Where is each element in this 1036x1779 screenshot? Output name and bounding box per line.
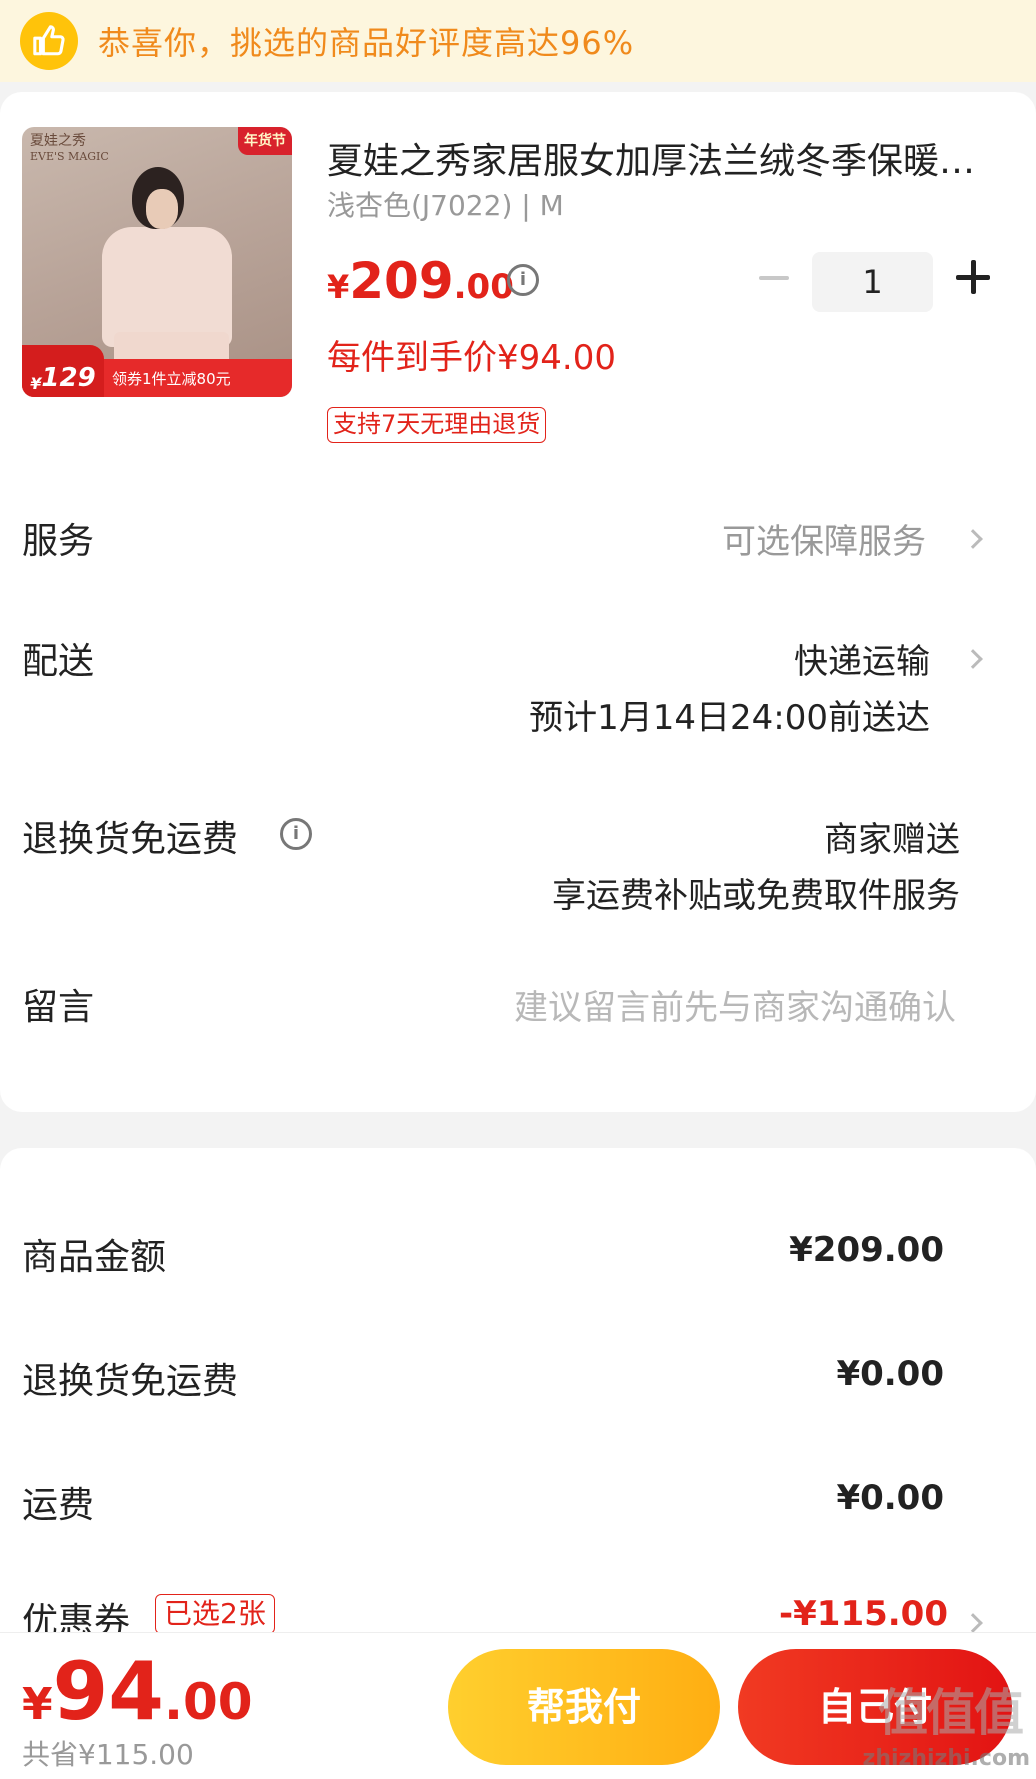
chevron-right-icon[interactable]: [963, 529, 983, 549]
delivery-label: 配送: [22, 641, 95, 682]
return-policy-tag: 支持7天无理由退货: [327, 407, 547, 443]
return-fee-value: ¥0.00: [836, 1354, 944, 1394]
promo-text: 领券1件立减80元: [112, 369, 231, 388]
return-shipping-sub: 享运费补贴或免费取件服务: [552, 876, 960, 916]
model-figure-body: [102, 227, 232, 347]
praise-banner: 恭喜你，挑选的商品好评度高达96%: [0, 0, 1036, 82]
return-shipping-value: 商家赠送: [824, 820, 960, 860]
price-info-icon[interactable]: i: [507, 264, 539, 296]
product-image[interactable]: 夏娃之秀 EVE'S MAGIC 年货节 ¥129 领券1件立减80元: [22, 127, 292, 397]
service-label: 服务: [22, 521, 95, 562]
chevron-right-icon[interactable]: [963, 649, 983, 669]
order-confirm-page: 恭喜你，挑选的商品好评度高达96% 夏娃之秀 EVE'S MAGIC 年货节 ¥…: [0, 0, 1036, 1779]
model-figure-face: [146, 189, 178, 229]
saved-amount: 共省¥115.00: [22, 1738, 194, 1771]
message-label: 留言: [22, 987, 95, 1028]
goods-amount-value: ¥209.00: [789, 1230, 944, 1270]
checkout-bar: ¥94.00 共省¥115.00 帮我付 自己付 值值值 zhizhizhi.c…: [0, 1632, 1036, 1779]
promo-strip: ¥129 领券1件立减80元: [22, 345, 292, 397]
service-value[interactable]: 可选保障服务: [722, 514, 926, 563]
shipping-value: ¥0.00: [836, 1478, 944, 1518]
promo-price: ¥129: [22, 345, 104, 397]
delivery-eta: 预计1月14日24:00前送达: [529, 698, 930, 738]
product-title[interactable]: 夏娃之秀家居服女加厚法兰绒冬季保暖套装: [327, 132, 997, 184]
brand-logo: 夏娃之秀 EVE'S MAGIC: [30, 133, 109, 163]
quantity-input[interactable]: 1: [812, 252, 933, 312]
banner-text: 恭喜你，挑选的商品好评度高达96%: [98, 24, 635, 62]
quantity-increase-button[interactable]: [956, 260, 990, 294]
shipping-label: 运费: [22, 1485, 95, 1526]
thumbs-up-icon: [20, 12, 78, 70]
coupon-value[interactable]: -¥115.00: [779, 1594, 948, 1634]
quantity-decrease-button[interactable]: [758, 262, 790, 294]
message-input[interactable]: 建议留言前先与商家沟通确认: [514, 980, 956, 1029]
chevron-right-icon[interactable]: [963, 1613, 983, 1633]
coupon-selected-tag[interactable]: 已选2张: [155, 1594, 275, 1634]
return-shipping-label: 退换货免运费: [22, 819, 239, 860]
help-me-pay-button[interactable]: 帮我付: [448, 1649, 720, 1765]
price-summary-card: 商品金额 ¥209.00 退换货免运费 ¥0.00 运费 ¥0.00 优惠券 已…: [0, 1148, 1036, 1668]
per-item-price: 每件到手价¥94.00: [327, 338, 616, 378]
delivery-method[interactable]: 快递运输: [794, 634, 930, 683]
total-price: ¥94.00: [22, 1645, 253, 1738]
product-price: ¥209.00: [327, 252, 514, 310]
return-shipping-info-icon[interactable]: i: [280, 818, 312, 850]
site-watermark: zhizhizhi.com: [862, 1746, 1030, 1771]
product-spec[interactable]: 浅杏色(J7022) | M: [327, 184, 564, 224]
return-fee-label: 退换货免运费: [22, 1361, 239, 1402]
festival-tag: 年货节: [238, 127, 292, 155]
site-watermark-logo: 值值值: [878, 1684, 1024, 1742]
goods-amount-label: 商品金额: [22, 1237, 167, 1278]
order-card: 夏娃之秀 EVE'S MAGIC 年货节 ¥129 领券1件立减80元 夏娃之秀…: [0, 92, 1036, 1112]
